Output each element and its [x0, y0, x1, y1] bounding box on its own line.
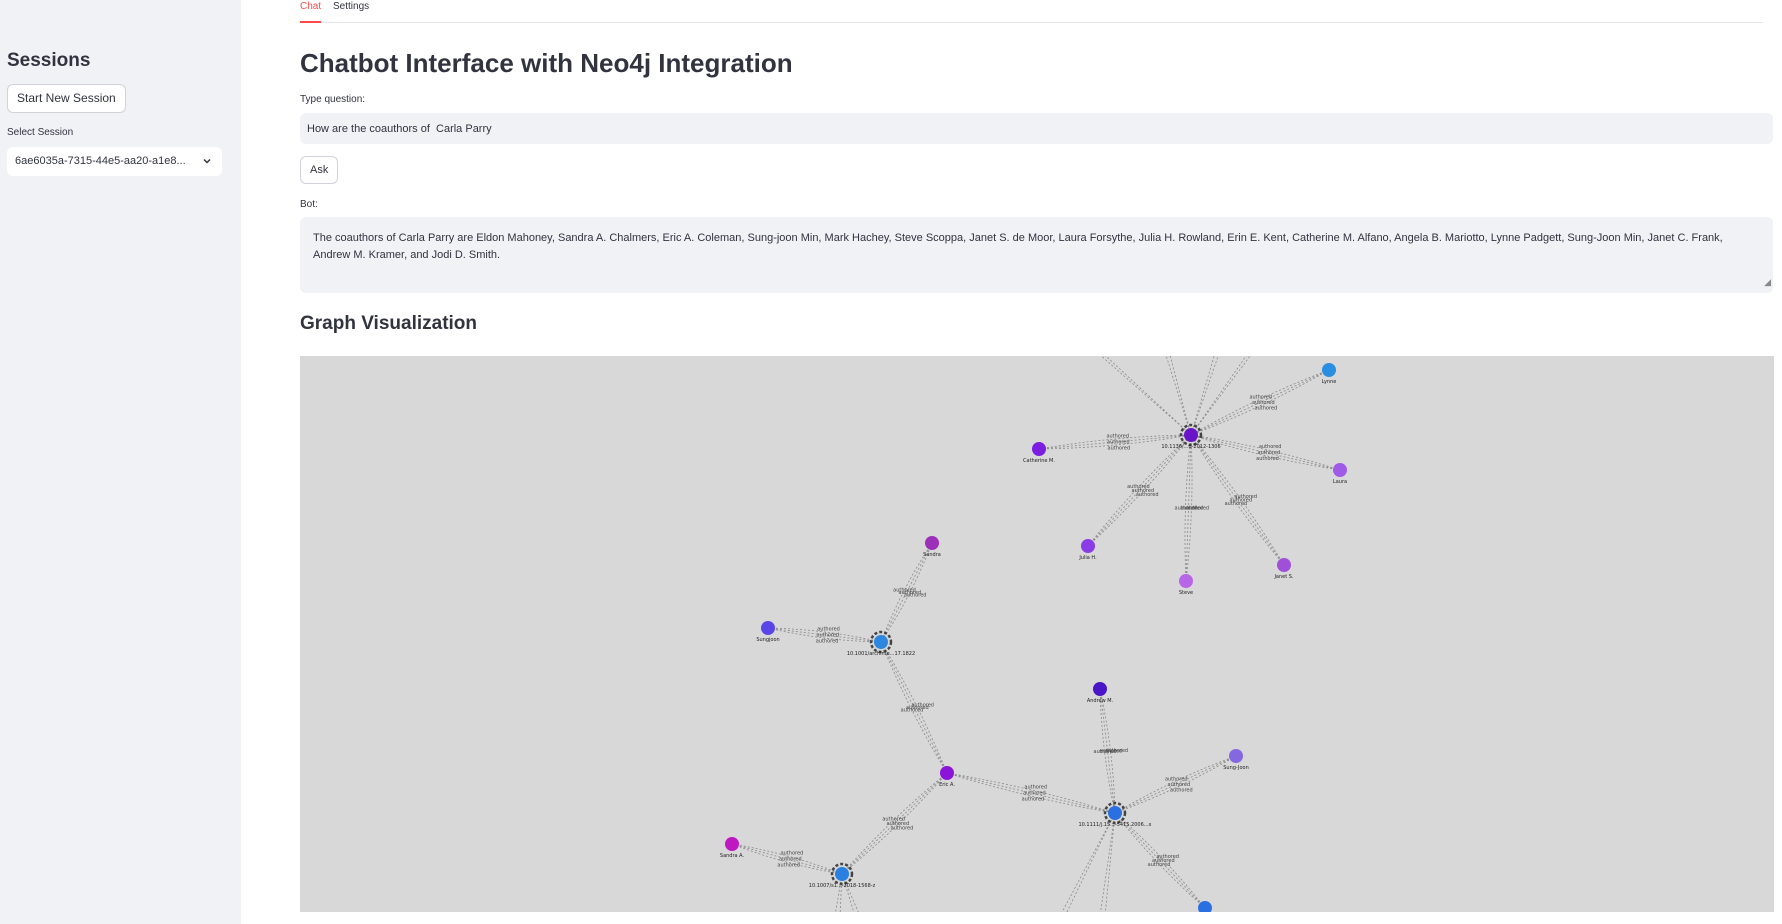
node-label: Catherine M.	[1023, 458, 1055, 464]
node-circle[interactable]	[1032, 442, 1046, 456]
node-label: Laura	[1333, 479, 1347, 485]
node-label: Janet S.	[1273, 574, 1294, 580]
edge-label: authored	[1186, 506, 1209, 512]
graph-canvas[interactable]: authoredauthoredauthoredauthoredauthored…	[300, 356, 1774, 912]
node-label: Sandra	[923, 552, 941, 558]
tab-chat[interactable]: Chat	[300, 0, 322, 23]
edge-label: authored	[1258, 450, 1281, 456]
bot-label: Bot:	[300, 199, 318, 210]
graph-node-bottomright[interactable]	[1198, 901, 1212, 912]
node-circle[interactable]	[1108, 806, 1122, 820]
graph-node-julia[interactable]: Julia H.	[1078, 539, 1097, 561]
node-label: 10.1001/archinte...17.1822	[847, 651, 915, 657]
graph-node-sandra[interactable]: Sandra	[923, 536, 941, 558]
relationship-edge	[1100, 356, 1192, 436]
ask-button[interactable]: Ask	[300, 156, 339, 184]
edge-label: authored	[1252, 400, 1275, 406]
main-content: Chat Settings Chatbot Interface with Neo…	[241, 0, 1782, 924]
graph-node-p1[interactable]: 10.1136/...d-2012-1306	[1161, 423, 1221, 450]
node-label: 10.1136/...d-2012-1306	[1161, 444, 1220, 450]
edge-label: authored	[1259, 444, 1282, 450]
bot-response-text: The coauthors of Carla Parry are Eldon M…	[313, 232, 1723, 261]
graph-node-catherine[interactable]: Catherine M.	[1023, 442, 1055, 464]
graph-node-janets[interactable]: Janet S.	[1273, 558, 1294, 580]
node-circle[interactable]	[1333, 463, 1347, 477]
node-label: Andrew M.	[1087, 698, 1114, 704]
sidebar-title: Sessions	[7, 50, 91, 71]
node-circle[interactable]	[1093, 682, 1107, 696]
graph-node-p3[interactable]: 10.1111/j.15...-5415.2006...x	[1078, 801, 1152, 828]
node-label: Julia H.	[1078, 555, 1097, 561]
tab-bar: Chat Settings	[300, 0, 1763, 23]
session-select-value: 6ae6035a-7315-44e5-aa20-a1e8...	[15, 155, 186, 167]
node-label: Sandra A.	[720, 853, 745, 859]
page-title: Chatbot Interface with Neo4j Integration	[300, 48, 793, 78]
node-circle[interactable]	[1184, 428, 1198, 442]
node-circle[interactable]	[725, 837, 739, 851]
question-label: Type question:	[300, 94, 366, 105]
edge-label: authored	[1249, 395, 1272, 401]
node-label: Lynne	[1322, 379, 1337, 385]
bot-response-textarea[interactable]: The coauthors of Carla Parry are Eldon M…	[300, 217, 1773, 293]
edge-label: authored	[1170, 787, 1193, 793]
graph-node-andrewm[interactable]: Andrew M.	[1087, 682, 1114, 704]
node-circle[interactable]	[1322, 363, 1336, 377]
node-circle[interactable]	[874, 635, 888, 649]
node-circle[interactable]	[1198, 901, 1212, 912]
graph-node-laura[interactable]: Laura	[1333, 463, 1347, 485]
graph-title: Graph Visualization	[300, 313, 478, 334]
tab-settings[interactable]: Settings	[333, 0, 369, 23]
relationship-edge	[1105, 356, 1192, 436]
start-new-session-button[interactable]: Start New Session	[7, 84, 126, 113]
edge-label: authored	[882, 817, 905, 823]
node-circle[interactable]	[1081, 539, 1095, 553]
relationship-edge	[1165, 356, 1192, 436]
resize-handle-icon[interactable]: ◢	[1764, 274, 1771, 291]
graph-node-sungjoon[interactable]: Sungjoon	[756, 621, 780, 643]
edge-label: authored	[1136, 492, 1159, 498]
edge-label: authored	[1165, 777, 1188, 783]
edge-label: authored	[816, 638, 839, 644]
node-circle[interactable]	[1277, 558, 1291, 572]
edge-label: authored	[1234, 494, 1257, 500]
graph-node-steve[interactable]: Steve	[1179, 574, 1193, 596]
chevron-down-icon	[202, 147, 212, 176]
edge-label: authored	[1255, 405, 1278, 411]
question-input[interactable]	[300, 113, 1773, 144]
node-circle[interactable]	[940, 766, 954, 780]
graph-node-eric[interactable]: Eric A.	[939, 766, 955, 788]
node-label: Sungjoon	[756, 637, 779, 643]
node-circle[interactable]	[1229, 749, 1243, 763]
node-circle[interactable]	[1179, 574, 1193, 588]
graph-node-lynne[interactable]: Lynne	[1322, 363, 1337, 385]
session-select[interactable]: 6ae6035a-7315-44e5-aa20-a1e8...	[7, 147, 222, 176]
sidebar: Sessions Start New Session Select Sessio…	[0, 0, 241, 924]
graph-node-p2[interactable]: 10.1001/archinte...17.1822	[847, 630, 915, 657]
node-circle[interactable]	[761, 621, 775, 635]
graph-node-p4[interactable]: 10.1007/s1...-2018-1568-z	[809, 862, 876, 889]
graph-node-sandraa[interactable]: Sandra A.	[720, 837, 745, 859]
node-circle[interactable]	[925, 536, 939, 550]
graph-visualization[interactable]: authored authored authored authored authored…	[300, 356, 1774, 912]
edge-label: authored	[911, 702, 934, 708]
select-session-label: Select Session	[7, 127, 74, 138]
edge-label: authored	[777, 862, 800, 868]
edge-label: authored	[1168, 782, 1191, 788]
node-label: Eric A.	[939, 782, 955, 788]
node-label: 10.1111/j.15...-5415.2006...x	[1078, 822, 1151, 828]
node-label: 10.1007/s1...-2018-1568-z	[809, 883, 876, 889]
edge-label: authored	[893, 587, 916, 593]
node-circle[interactable]	[835, 867, 849, 881]
edge-label: authored	[1256, 456, 1279, 462]
node-label: Steve	[1179, 590, 1193, 596]
node-label: Sung-Joon	[1223, 765, 1249, 771]
edge-label: authored	[1094, 749, 1117, 755]
edge-label: authored	[1156, 854, 1179, 860]
edge-label: authored	[1022, 796, 1045, 802]
edge-label: authored	[1108, 445, 1131, 451]
